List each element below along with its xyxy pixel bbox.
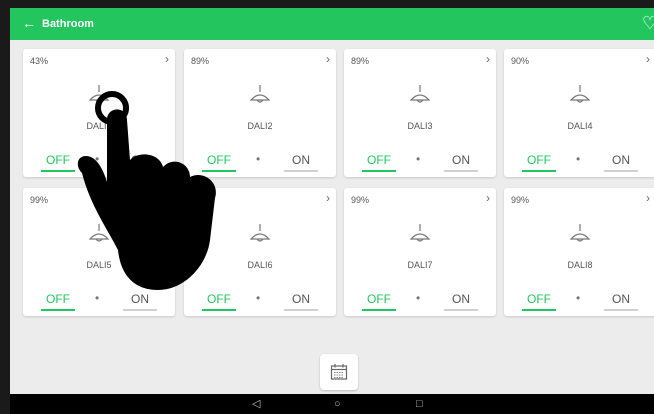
on-button[interactable]: ON — [604, 292, 638, 311]
ceiling-lamp-icon — [408, 222, 432, 246]
off-button[interactable]: OFF — [522, 153, 556, 172]
device-card[interactable]: 99% › DALI8 OFF • ON — [504, 188, 654, 316]
nav-home-icon[interactable]: ○ — [334, 397, 341, 411]
brightness-level: 43% — [30, 56, 49, 66]
chevron-right-icon[interactable]: › — [326, 52, 330, 66]
switch-separator: • — [576, 152, 581, 166]
device-name: DALI8 — [567, 260, 593, 270]
on-button[interactable]: ON — [284, 153, 318, 172]
brightness-level: 99% — [30, 195, 49, 205]
page-title: Bathroom — [42, 18, 94, 30]
brightness-level: 89% — [351, 56, 370, 66]
on-button[interactable]: ON — [604, 153, 638, 172]
brightness-level: 89% — [191, 56, 210, 66]
device-card[interactable]: 99% › DALI7 OFF • ON — [344, 188, 496, 316]
app-bar: ← Bathroom ♡ — [10, 8, 654, 40]
ceiling-lamp-icon — [408, 83, 432, 107]
switch-separator: • — [576, 291, 581, 305]
nav-back-icon[interactable]: ◁ — [252, 397, 260, 411]
chevron-right-icon[interactable]: › — [326, 191, 330, 205]
chevron-right-icon[interactable]: › — [646, 52, 650, 66]
brightness-level: 99% — [351, 195, 370, 205]
device-name: DALI7 — [407, 260, 433, 270]
ceiling-lamp-icon — [248, 83, 272, 107]
chevron-right-icon[interactable]: › — [486, 52, 490, 66]
scenes-button[interactable] — [320, 354, 358, 390]
tap-gesture-hand-icon — [77, 91, 216, 290]
device-name: DALI4 — [567, 121, 593, 131]
calendar-grid-icon — [330, 364, 348, 380]
ceiling-lamp-icon — [248, 222, 272, 246]
switch-separator: • — [256, 291, 261, 305]
nav-recents-icon[interactable]: □ — [416, 397, 423, 411]
ceiling-lamp-icon — [568, 83, 592, 107]
chevron-right-icon[interactable]: › — [486, 191, 490, 205]
brightness-level: 99% — [511, 195, 530, 205]
switch-separator: • — [416, 152, 421, 166]
device-name: DALI3 — [407, 121, 433, 131]
ceiling-lamp-icon — [568, 222, 592, 246]
on-button[interactable]: ON — [444, 153, 478, 172]
switch-separator: • — [416, 291, 421, 305]
brightness-level: 90% — [511, 56, 530, 66]
switch-separator: • — [256, 152, 261, 166]
device-card[interactable]: 90% › DALI4 OFF • ON — [504, 49, 654, 177]
chevron-right-icon[interactable]: › — [646, 191, 650, 205]
device-card[interactable]: 89% › DALI3 OFF • ON — [344, 49, 496, 177]
off-button[interactable]: OFF — [362, 292, 396, 311]
back-arrow-icon[interactable]: ← — [22, 15, 36, 31]
off-button[interactable]: OFF — [362, 153, 396, 172]
on-button[interactable]: ON — [284, 292, 318, 311]
chevron-right-icon[interactable]: › — [165, 52, 169, 66]
android-nav-bar: ◁ ○ □ — [10, 394, 654, 414]
on-button[interactable]: ON — [444, 292, 478, 311]
off-button[interactable]: OFF — [522, 292, 556, 311]
heart-icon[interactable]: ♡ — [642, 12, 654, 34]
